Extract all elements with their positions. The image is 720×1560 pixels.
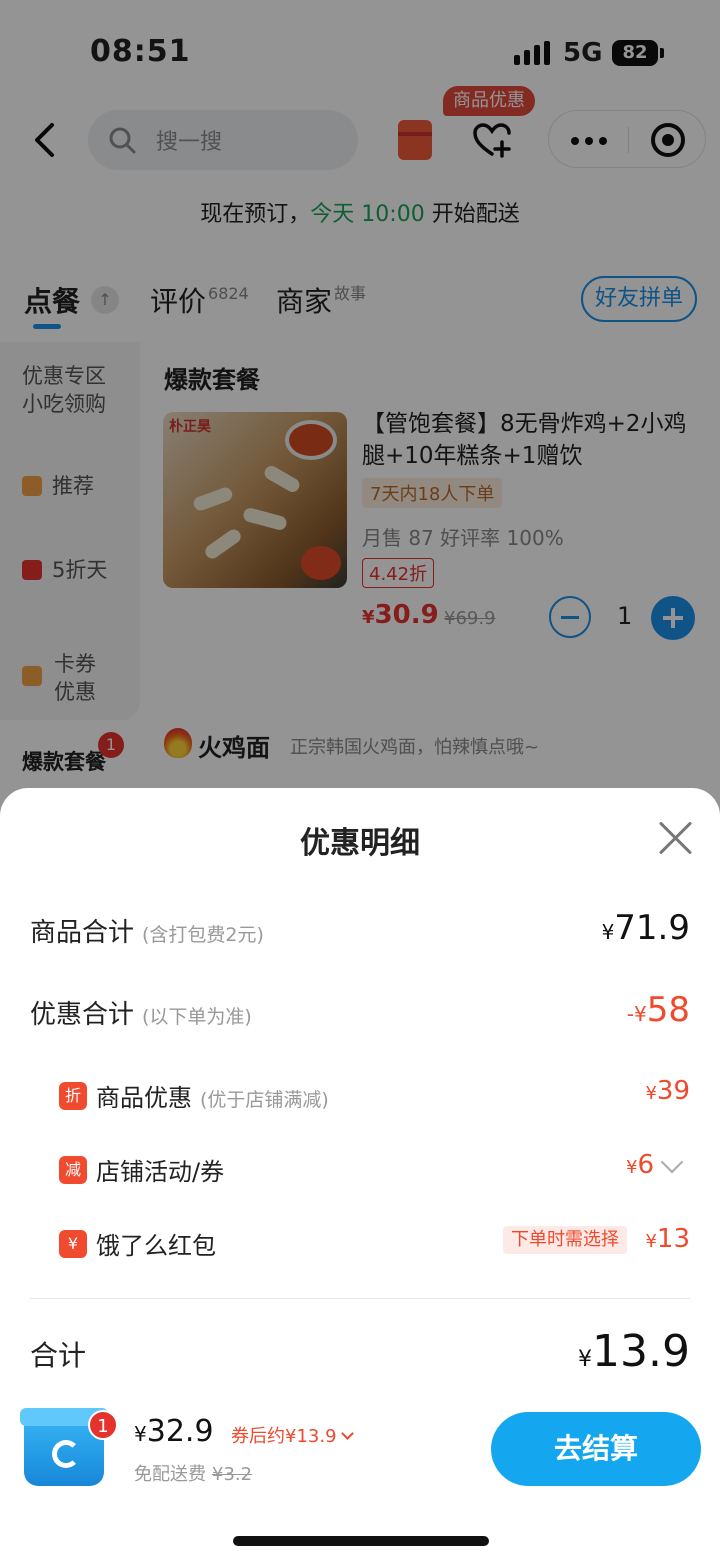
divider [30, 1298, 690, 1299]
goods-discount-note: (优于店铺满减) [200, 1089, 329, 1111]
discount-jian-icon: 减 [59, 1156, 87, 1184]
store-activity-amount: 6 [637, 1150, 654, 1180]
home-indicator [233, 1536, 489, 1546]
goods-discount-label: 商品优惠 (优于店铺满减) [96, 1078, 329, 1113]
discount-zhe-icon: 折 [59, 1082, 87, 1110]
yen-symbol: ¥ [645, 1083, 657, 1104]
checkout-bar: 1 ¥32.9 券后约¥13.9 免配送费 ¥3.2 去结算 [0, 1400, 720, 1560]
goods-discount-text: 商品优惠 [96, 1084, 192, 1112]
discount-total-label: 优惠合计 (以下单为准) [30, 994, 252, 1031]
eleme-red-packet-label: 饿了么红包 [96, 1232, 216, 1260]
cart-price-amount: 32.9 [146, 1414, 214, 1449]
red-packet-yen-icon: ¥ [59, 1230, 87, 1258]
after-coupon-price[interactable]: 券后约¥13.9 [231, 1422, 354, 1448]
yen-symbol: ¥ [626, 1157, 638, 1178]
yen-symbol: ¥ [645, 1231, 657, 1252]
discount-total-note: (以下单为准) [142, 1006, 252, 1028]
cart-price: ¥32.9 [134, 1414, 214, 1449]
discount-total-value: -¥58 [627, 990, 690, 1030]
delivery-original-fee: ¥3.2 [212, 1464, 253, 1485]
red-packet-amount: 13 [656, 1224, 690, 1254]
chevron-down-icon [340, 1427, 354, 1440]
total-value: ¥13.9 [578, 1326, 690, 1377]
yen-symbol: ¥ [578, 1347, 593, 1372]
after-coupon-text: 券后约¥13.9 [231, 1426, 337, 1447]
red-packet-value: ¥13 [645, 1224, 690, 1254]
yen-symbol: ¥ [134, 1422, 147, 1446]
sheet-title: 优惠明细 [300, 826, 420, 861]
close-icon[interactable] [658, 820, 694, 856]
checkout-button[interactable]: 去结算 [491, 1412, 701, 1486]
page: 08:51 5G 82 搜一搜 商品优惠 现在预订，今天 10:00 开始配送 … [0, 0, 720, 1560]
select-required-tag: 下单时需选择 [503, 1226, 627, 1254]
cart-badge: 1 [88, 1410, 118, 1440]
goods-discount-amount: 39 [656, 1076, 690, 1106]
goods-total-text: 商品合计 [30, 918, 135, 948]
cart-logo [52, 1440, 80, 1468]
store-activity-value[interactable]: ¥6 [626, 1150, 654, 1180]
discount-total-amount: 58 [646, 990, 690, 1030]
goods-total-note: (含打包费2元) [142, 924, 264, 946]
discount-total-text: 优惠合计 [30, 1000, 135, 1030]
goods-total-label: 商品合计 (含打包费2元) [30, 912, 264, 949]
discount-prefix: -¥ [626, 1002, 647, 1026]
yen-symbol: ¥ [601, 920, 615, 944]
total-amount: 13.9 [592, 1326, 690, 1377]
goods-total-value: ¥71.9 [602, 908, 690, 948]
goods-total-amount: 71.9 [614, 908, 690, 948]
store-activity-label: 店铺活动/券 [96, 1158, 225, 1186]
total-label: 合计 [30, 1339, 87, 1372]
free-delivery-text: 免配送费 [134, 1464, 206, 1485]
goods-discount-value: ¥39 [645, 1076, 690, 1106]
delivery-fee: 免配送费 ¥3.2 [134, 1460, 252, 1486]
